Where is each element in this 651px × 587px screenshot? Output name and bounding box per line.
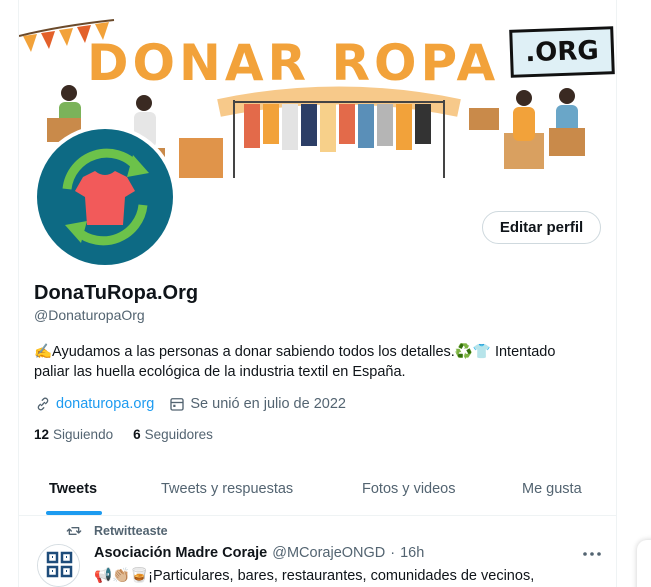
tweet-author-avatar[interactable]: [37, 544, 80, 587]
followers-link[interactable]: 6 Seguidores: [133, 427, 213, 442]
following-count: 12: [34, 427, 50, 442]
column-border-right: [616, 0, 617, 587]
tweet-timestamp[interactable]: 16h: [400, 545, 424, 561]
tweet-author-handle[interactable]: @MCorajeONGD: [272, 545, 385, 561]
tab-tweets[interactable]: Tweets: [49, 463, 97, 515]
tweet-author-name[interactable]: Asociación Madre Coraje: [94, 545, 267, 561]
tweet-dot-separator: ·: [390, 545, 396, 561]
following-link[interactable]: 12 Siguiendo: [34, 427, 113, 442]
tweet-text: 📢👏🏼🥃¡Particulares, bares, restaurantes, …: [94, 568, 535, 584]
following-label: Siguiendo: [53, 427, 114, 442]
profile-meta: donaturopa.org Se unió en julio de 2022: [34, 394, 346, 414]
retweet-context: Retwitteaste: [66, 523, 168, 539]
follow-stats: 12 Siguiendo 6 Seguidores: [34, 427, 233, 442]
banner-org-text: .ORG: [524, 35, 600, 69]
profile-tabs: Tweets Tweets y respuestas Fotos y video…: [19, 463, 616, 516]
followers-count: 6: [133, 427, 141, 442]
profile-handle: @DonaturopaOrg: [34, 307, 145, 323]
tab-tweets-and-replies[interactable]: Tweets y respuestas: [161, 463, 293, 515]
tab-photos-videos[interactable]: Fotos y videos: [362, 463, 456, 515]
link-icon: [37, 397, 49, 411]
profile-website-link[interactable]: donaturopa.org: [56, 396, 154, 412]
active-tab-indicator: [46, 511, 102, 515]
followers-label: Seguidores: [144, 427, 213, 442]
edit-profile-button[interactable]: Editar perfil: [482, 211, 601, 244]
retweet-icon: [66, 527, 82, 535]
profile-bio: ✍️Ayudamos a las personas a donar sabien…: [34, 344, 556, 380]
side-panel-edge: [637, 540, 651, 587]
retweet-label: Retwitteaste: [94, 524, 168, 538]
avatar-logo: [37, 129, 173, 265]
banner-org-badge: .ORG: [509, 26, 615, 78]
more-options-icon[interactable]: [580, 545, 604, 563]
profile-avatar[interactable]: [33, 125, 177, 269]
calendar-icon: [170, 398, 185, 411]
recycle-shirt-icon: [62, 148, 149, 246]
profile-joined-date: Se unió en julio de 2022: [190, 396, 346, 412]
tab-likes[interactable]: Me gusta: [522, 463, 582, 515]
tweet-header: Asociación Madre Coraje @MCorajeONGD · 1…: [94, 545, 424, 561]
profile-name: DonaTuRopa.Org: [34, 282, 199, 304]
madre-coraje-logo-icon: [38, 545, 79, 586]
